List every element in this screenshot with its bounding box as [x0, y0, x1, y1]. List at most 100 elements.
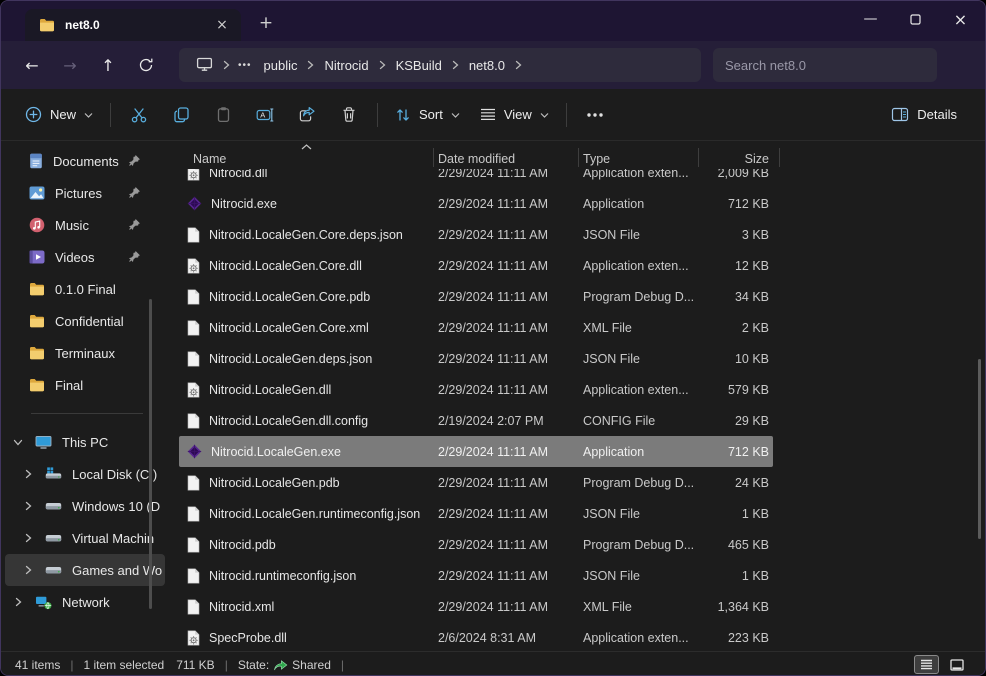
paste-button[interactable]	[202, 97, 244, 133]
chevron-right-icon[interactable]	[21, 501, 35, 511]
sidebar-item-music[interactable]: Music	[5, 209, 165, 241]
column-divider[interactable]	[779, 148, 780, 167]
sidebar-scrollbar[interactable]	[149, 299, 152, 609]
file-list-scrollbar[interactable]	[978, 359, 981, 539]
file-row-nitrocid-localegen-deps-json[interactable]: Nitrocid.LocaleGen.deps.json2/29/2024 11…	[179, 343, 773, 374]
file-row-nitrocid-exe[interactable]: Nitrocid.exe2/29/2024 11:11 AMApplicatio…	[179, 188, 773, 219]
breadcrumb-item-ksbuild[interactable]: KSBuild	[389, 55, 449, 76]
chevron-right-icon[interactable]	[21, 469, 35, 479]
sidebar-item-documents[interactable]: Documents	[5, 145, 165, 177]
view-button[interactable]: View	[470, 97, 559, 133]
file-date-modified: 2/6/2024 8:31 AM	[433, 631, 578, 645]
rename-button[interactable]: A	[244, 97, 286, 133]
maximize-button[interactable]	[893, 1, 938, 37]
breadcrumb-device-button[interactable]	[189, 53, 220, 78]
breadcrumb-overflow-button[interactable]: •••	[233, 60, 257, 71]
details-view-button[interactable]	[914, 655, 939, 674]
file-row-nitrocid-localegen-core-pdb[interactable]: Nitrocid.LocaleGen.Core.pdb2/29/2024 11:…	[179, 281, 773, 312]
dll-icon	[187, 630, 200, 646]
file-size: 3 KB	[698, 228, 773, 242]
sidebar-item-virtual-machin[interactable]: Virtual Machin	[5, 522, 165, 554]
file-size: 223 KB	[698, 631, 773, 645]
file-name-cell: Nitrocid.LocaleGen.Core.xml	[179, 320, 433, 336]
sidebar-item-local-disk-c[interactable]: Local Disk (C:)	[5, 458, 165, 490]
monitor-icon	[196, 56, 213, 72]
new-tab-button[interactable]: +	[253, 10, 279, 36]
chevron-right-icon[interactable]	[21, 533, 35, 543]
chevron-right-icon[interactable]	[11, 597, 25, 607]
file-row-nitrocid-localegen-pdb[interactable]: Nitrocid.LocaleGen.pdb2/29/2024 11:11 AM…	[179, 467, 773, 498]
column-divider[interactable]	[578, 148, 579, 167]
thumbnails-view-button[interactable]	[944, 655, 969, 674]
sidebar-item-games-and-wo[interactable]: Games and Wo	[5, 554, 165, 586]
breadcrumb-item-nitrocid[interactable]: Nitrocid	[317, 55, 375, 76]
sidebar-item-pictures[interactable]: Pictures	[5, 177, 165, 209]
tab-bar: net8.0 × + — ×	[1, 1, 985, 41]
share-button[interactable]	[286, 97, 328, 133]
state-label: State:	[238, 658, 269, 672]
file-row-nitrocid-localegen-dll[interactable]: Nitrocid.LocaleGen.dll2/29/2024 11:11 AM…	[179, 374, 773, 405]
search-box[interactable]	[713, 48, 937, 82]
more-button[interactable]	[574, 97, 616, 133]
sidebar-item-videos[interactable]: Videos	[5, 241, 165, 273]
column-header-name[interactable]: Name	[179, 152, 433, 166]
file-size: 1 KB	[698, 569, 773, 583]
new-button[interactable]: New	[15, 97, 103, 133]
column-divider[interactable]	[698, 148, 699, 167]
file-row-nitrocid-localegen-core-deps-json[interactable]: Nitrocid.LocaleGen.Core.deps.json2/29/20…	[179, 219, 773, 250]
file-pane: Name Date modified Type Size Nitrocid.dl…	[169, 141, 985, 651]
file-date-modified: 2/29/2024 11:11 AM	[433, 321, 578, 335]
sidebar-item-windows-10-d[interactable]: Windows 10 (D	[5, 490, 165, 522]
close-button[interactable]: ×	[938, 1, 983, 37]
delete-button[interactable]	[328, 97, 370, 133]
column-header-type[interactable]: Type	[578, 152, 698, 166]
file-name: Nitrocid.LocaleGen.exe	[211, 445, 341, 459]
file-name-cell: SpecProbe.dll	[179, 630, 433, 646]
column-divider[interactable]	[433, 148, 434, 167]
sidebar-item-confidential[interactable]: Confidential	[5, 305, 165, 337]
sidebar-item-network[interactable]: Network	[5, 586, 165, 618]
file-row-nitrocid-xml[interactable]: Nitrocid.xml2/29/2024 11:11 AMXML File1,…	[179, 591, 773, 622]
file-size: 1,364 KB	[698, 600, 773, 614]
column-header-size[interactable]: Size	[698, 152, 779, 166]
back-button[interactable]: ←	[13, 49, 51, 81]
file-name-cell: Nitrocid.LocaleGen.dll.config	[179, 413, 433, 429]
folder-icon	[39, 18, 55, 32]
tab-close-icon[interactable]: ×	[211, 14, 233, 36]
minimize-button[interactable]: —	[848, 1, 893, 37]
sidebar-item-final[interactable]: Final	[5, 369, 165, 401]
toolbar-separator	[110, 103, 111, 127]
refresh-button[interactable]	[127, 49, 165, 81]
file-row-nitrocid-localegen-exe[interactable]: Nitrocid.LocaleGen.exe2/29/2024 11:11 AM…	[179, 436, 773, 467]
file-name-cell: Nitrocid.LocaleGen.Core.deps.json	[179, 227, 433, 243]
window-controls: — ×	[848, 1, 983, 37]
breadcrumb-item-net8-0[interactable]: net8.0	[462, 55, 512, 76]
search-input[interactable]	[725, 58, 925, 73]
cut-button[interactable]	[118, 97, 160, 133]
file-row-nitrocid-pdb[interactable]: Nitrocid.pdb2/29/2024 11:11 AMProgram De…	[179, 529, 773, 560]
file-icon	[187, 599, 200, 615]
sidebar-item-terminaux[interactable]: Terminaux	[5, 337, 165, 369]
file-type: Application exten...	[578, 259, 698, 273]
sidebar-item-0-1-0-final[interactable]: 0.1.0 Final	[5, 273, 165, 305]
sort-button[interactable]: Sort	[385, 97, 470, 133]
file-row-nitrocid-runtimeconfig-json[interactable]: Nitrocid.runtimeconfig.json2/29/2024 11:…	[179, 560, 773, 591]
breadcrumb-item-public[interactable]: public	[257, 55, 305, 76]
column-header-date-modified[interactable]: Date modified	[433, 152, 578, 166]
tab-net8.0[interactable]: net8.0 ×	[25, 9, 241, 41]
sort-ascending-icon	[301, 144, 312, 150]
chevron-right-icon[interactable]	[21, 565, 35, 575]
sidebar-item-this-pc[interactable]: This PC	[5, 426, 165, 458]
file-icon	[187, 320, 200, 336]
drive-windows-icon	[45, 467, 62, 481]
up-button[interactable]: ↑	[89, 49, 127, 81]
file-row-nitrocid-localegen-core-dll[interactable]: Nitrocid.LocaleGen.Core.dll2/29/2024 11:…	[179, 250, 773, 281]
file-row-nitrocid-localegen-core-xml[interactable]: Nitrocid.LocaleGen.Core.xml2/29/2024 11:…	[179, 312, 773, 343]
copy-button[interactable]	[160, 97, 202, 133]
file-type: Program Debug D...	[578, 476, 698, 490]
file-row-specprobe-dll[interactable]: SpecProbe.dll2/6/2024 8:31 AMApplication…	[179, 622, 773, 651]
file-row-nitrocid-localegen-dll-config[interactable]: Nitrocid.LocaleGen.dll.config2/19/2024 2…	[179, 405, 773, 436]
file-row-nitrocid-localegen-runtimeconfig-json[interactable]: Nitrocid.LocaleGen.runtimeconfig.json2/2…	[179, 498, 773, 529]
details-button[interactable]: Details	[881, 97, 967, 133]
chevron-down-icon[interactable]	[11, 438, 25, 447]
